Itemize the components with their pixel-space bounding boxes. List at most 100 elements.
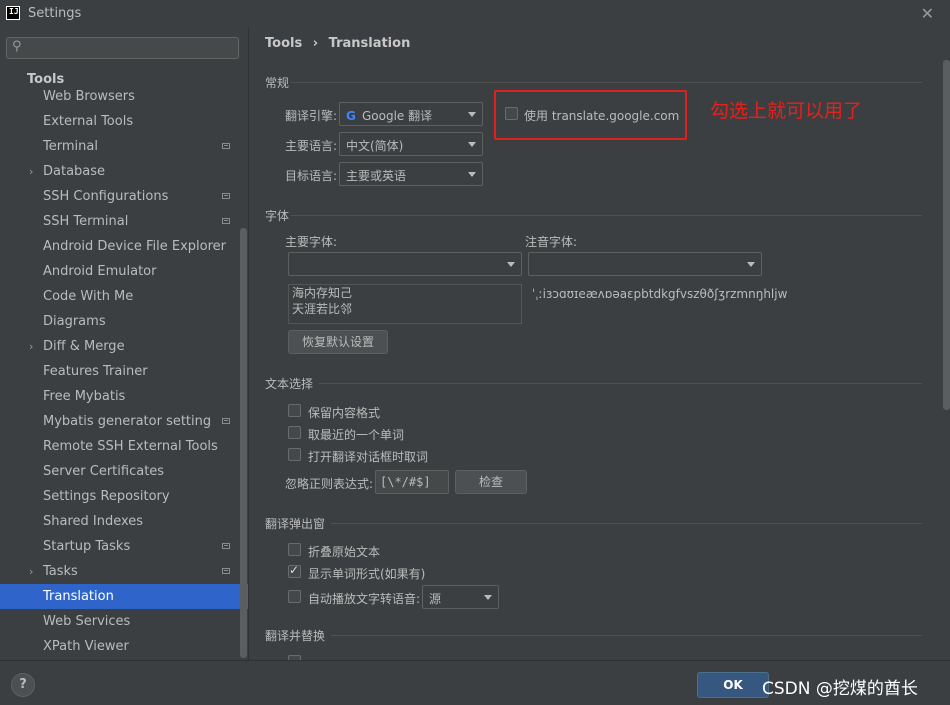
target-language-select[interactable]: 主要或英语	[339, 162, 483, 186]
sidebar-item[interactable]: SSH Configurations	[0, 184, 248, 209]
sidebar-item[interactable]: › Tasks	[0, 559, 248, 584]
breadcrumb-current: Translation	[328, 36, 411, 51]
nearest-word-label[interactable]: 取最近的一个单词	[308, 426, 404, 443]
search-input[interactable]	[33, 40, 237, 58]
settings-sidebar: ⚲ Tools Web Browsers External Tools Termin…	[0, 28, 248, 660]
section-divider	[291, 82, 922, 83]
chevron-right-icon[interactable]: ›	[29, 159, 33, 184]
sidebar-item-label: Startup Tasks	[43, 539, 131, 554]
watermark: CSDN @挖煤的酋长	[762, 679, 918, 699]
sidebar-item[interactable]: Free Mybatis	[0, 384, 248, 409]
google-icon: G	[346, 109, 356, 123]
primary-language-label: 主要语言:	[285, 139, 338, 153]
settings-content: Tools › Translation 常规 翻译引擎: G Google 翻译 …	[249, 28, 950, 660]
regex-input[interactable]: [\*/#$]	[375, 470, 449, 494]
chevron-down-icon	[468, 172, 476, 177]
sidebar-item[interactable]: SSH Terminal	[0, 209, 248, 234]
sidebar-item-label: XPath Viewer	[43, 639, 129, 654]
sidebar-item-label: Web Browsers	[43, 89, 135, 104]
settings-search[interactable]: ⚲	[6, 37, 239, 59]
sidebar-item[interactable]: XPath Viewer	[0, 634, 248, 659]
sidebar-item[interactable]: External Tools	[0, 109, 248, 134]
fold-original-label[interactable]: 折叠原始文本	[308, 543, 380, 560]
sidebar-item-label: Diff & Merge	[43, 339, 125, 354]
sidebar-item-label: Android Device File Explorer	[43, 239, 226, 254]
take-word-on-open-checkbox[interactable]	[288, 448, 301, 461]
section-popup-title: 翻译弹出窗	[265, 517, 326, 531]
highlight-box	[494, 90, 687, 140]
sidebar-item[interactable]: › Diff & Merge	[0, 334, 248, 359]
section-general-title: 常规	[265, 76, 290, 90]
chevron-right-icon[interactable]: ›	[29, 334, 33, 359]
section-selection-title: 文本选择	[265, 377, 314, 391]
tts-source-value: 源	[429, 592, 442, 606]
project-scope-icon	[222, 193, 230, 199]
sidebar-item-label: Web Services	[43, 614, 131, 629]
title-bar: IJ Settings ✕	[0, 0, 950, 28]
breadcrumb: Tools › Translation	[265, 36, 416, 51]
sidebar-item-label: External Tools	[43, 114, 134, 129]
chevron-down-icon	[468, 142, 476, 147]
sidebar-item-label: Free Mybatis	[43, 389, 126, 404]
phonetic-font-label: 注音字体:	[525, 235, 578, 249]
sidebar-item[interactable]: Server Certificates	[0, 459, 248, 484]
section-font-title: 字体	[265, 209, 290, 223]
check-regex-button[interactable]: 检查	[455, 470, 527, 494]
chevron-down-icon	[747, 262, 755, 267]
sidebar-item[interactable]: Features Trainer	[0, 359, 248, 384]
phonetic-font-select[interactable]	[528, 252, 762, 276]
sidebar-item[interactable]: Code With Me	[0, 284, 248, 309]
take-word-on-open-label[interactable]: 打开翻译对话框时取词	[308, 448, 428, 465]
close-icon[interactable]: ✕	[921, 4, 934, 23]
sidebar-item-label: Features Trainer	[43, 364, 148, 379]
sidebar-item[interactable]: Android Emulator	[0, 259, 248, 284]
show-word-forms-checkbox[interactable]	[288, 563, 301, 578]
autoplay-tts-label[interactable]: 自动播放文字转语音:	[308, 590, 420, 607]
tts-source-select[interactable]: 源	[422, 585, 499, 609]
autoplay-tts-checkbox[interactable]	[288, 590, 301, 603]
section-divider	[331, 523, 922, 524]
restore-defaults-button[interactable]: 恢复默认设置	[288, 330, 388, 354]
sidebar-item[interactable]: Web Services	[0, 609, 248, 634]
nearest-word-checkbox[interactable]	[288, 426, 301, 439]
ok-button[interactable]: OK	[697, 672, 769, 698]
engine-label: 翻译引擎:	[285, 109, 338, 123]
engine-value: Google 翻译	[362, 109, 433, 123]
engine-select[interactable]: G Google 翻译	[339, 102, 483, 126]
breadcrumb-parent[interactable]: Tools	[265, 36, 302, 51]
sidebar-item[interactable]: Translation	[0, 584, 248, 609]
project-scope-icon	[222, 143, 230, 149]
sidebar-item[interactable]: Mybatis generator setting	[0, 409, 248, 434]
project-scope-icon	[222, 568, 230, 574]
fold-original-checkbox[interactable]	[288, 543, 301, 556]
sidebar-item-label: Remote SSH External Tools	[43, 439, 218, 454]
chevron-right-icon[interactable]: ›	[29, 559, 33, 584]
content-scrollbar[interactable]	[943, 60, 950, 410]
annotation-text: 勾选上就可以用了	[710, 100, 863, 122]
sidebar-item[interactable]: Terminal	[0, 134, 248, 159]
project-scope-icon	[222, 543, 230, 549]
chevron-down-icon	[468, 112, 476, 117]
sidebar-item[interactable]: Web Browsers	[0, 84, 248, 109]
primary-language-select[interactable]: 中文(简体)	[339, 132, 483, 156]
project-scope-icon	[222, 218, 230, 224]
sidebar-scrollbar[interactable]	[240, 228, 247, 658]
help-button[interactable]: ?	[11, 673, 35, 697]
keep-format-checkbox[interactable]	[288, 404, 301, 417]
show-word-forms-label[interactable]: 显示单词形式(如果有)	[308, 565, 425, 582]
sidebar-item[interactable]: Startup Tasks	[0, 534, 248, 559]
sidebar-item[interactable]: Diagrams	[0, 309, 248, 334]
search-icon: ⚲	[12, 39, 22, 54]
window-title: Settings	[28, 6, 82, 21]
project-scope-icon	[222, 418, 230, 424]
sidebar-item[interactable]: Android Device File Explorer	[0, 234, 248, 259]
primary-font-select[interactable]	[288, 252, 522, 276]
sidebar-item-label: Mybatis generator setting	[43, 414, 212, 429]
target-language-value: 主要或英语	[346, 169, 407, 183]
sidebar-item[interactable]: › Database	[0, 159, 248, 184]
keep-format-label[interactable]: 保留内容格式	[308, 404, 380, 421]
sidebar-item[interactable]: Settings Repository	[0, 484, 248, 509]
sidebar-item[interactable]: Remote SSH External Tools	[0, 434, 248, 459]
sidebar-item[interactable]: Shared Indexes	[0, 509, 248, 534]
section-divider	[291, 215, 922, 216]
